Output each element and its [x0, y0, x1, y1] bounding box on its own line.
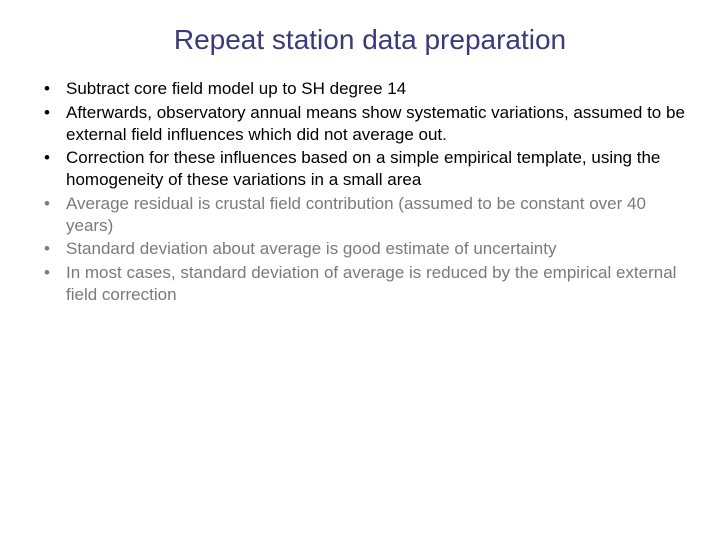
bullet-item: Average residual is crustal field contri…: [38, 193, 690, 237]
bullet-item: Afterwards, observatory annual means sho…: [38, 102, 690, 146]
bullet-item: Standard deviation about average is good…: [38, 238, 690, 260]
slide: Repeat station data preparation Subtract…: [0, 0, 720, 540]
bullet-item: Subtract core field model up to SH degre…: [38, 78, 690, 100]
bullet-item: In most cases, standard deviation of ave…: [38, 262, 690, 306]
slide-title: Repeat station data preparation: [90, 24, 650, 56]
bullet-list: Subtract core field model up to SH degre…: [30, 78, 690, 306]
bullet-item: Correction for these influences based on…: [38, 147, 690, 191]
